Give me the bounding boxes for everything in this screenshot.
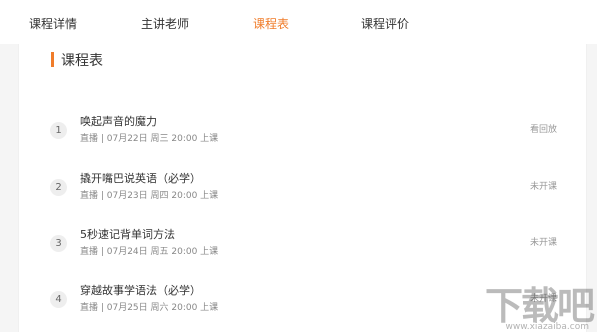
lesson-number-badge: 2 bbox=[50, 179, 67, 196]
lesson-item[interactable]: 2 撬开嘴巴说英语（必学） 直播 | 07月23日 周四 20:00 上课 未开… bbox=[19, 170, 588, 210]
tab-bar: 课程详情 主讲老师 课程表 课程评价 bbox=[0, 0, 597, 44]
lesson-number-badge: 4 bbox=[50, 291, 67, 308]
lesson-schedule-info: 直播 | 07月23日 周四 20:00 上课 bbox=[80, 191, 219, 201]
lesson-title: 穿越故事学语法（必学） bbox=[80, 284, 201, 297]
tab-reviews[interactable]: 课程评价 bbox=[361, 15, 409, 32]
lesson-title: 唤起声音的魔力 bbox=[80, 115, 157, 128]
tab-schedule[interactable]: 课程表 bbox=[253, 15, 289, 32]
lesson-title: 撬开嘴巴说英语（必学） bbox=[80, 172, 201, 185]
watermark-url: www.xiazaiba.com bbox=[505, 322, 589, 332]
tab-course-details[interactable]: 课程详情 bbox=[29, 15, 77, 32]
lesson-item[interactable]: 1 唤起声音的魔力 直播 | 07月22日 周三 20:00 上课 看回放 bbox=[19, 113, 588, 153]
lesson-item[interactable]: 3 5秒速记背单词方法 直播 | 07月24日 周五 20:00 上课 未开课 bbox=[19, 226, 588, 266]
lesson-status: 未开课 bbox=[529, 182, 557, 192]
lesson-number-badge: 1 bbox=[50, 122, 67, 139]
lesson-schedule-info: 直播 | 07月24日 周五 20:00 上课 bbox=[80, 247, 219, 257]
lesson-status: 未开课 bbox=[529, 238, 557, 248]
tab-lecturer[interactable]: 主讲老师 bbox=[141, 15, 189, 32]
section-accent-bar bbox=[51, 52, 54, 67]
lesson-schedule-info: 直播 | 07月25日 周六 20:00 上课 bbox=[80, 303, 219, 313]
section-title: 课程表 bbox=[61, 53, 103, 69]
lesson-title: 5秒速记背单词方法 bbox=[80, 228, 175, 241]
lesson-number-badge: 3 bbox=[50, 235, 67, 252]
lesson-action-replay[interactable]: 看回放 bbox=[530, 122, 557, 135]
lesson-schedule-info: 直播 | 07月22日 周三 20:00 上课 bbox=[80, 134, 219, 144]
